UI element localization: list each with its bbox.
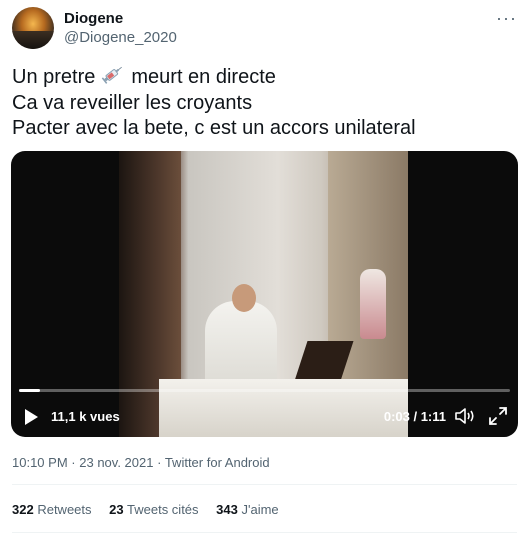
tweet-line-1-start: Un pretre: [12, 65, 96, 88]
tweet-line-2: Ca va reveiller les croyants: [12, 92, 253, 114]
tweet-source[interactable]: Twitter for Android: [165, 455, 270, 470]
likes-count: 343: [216, 502, 238, 517]
video-timestamp: 0:03 / 1:11: [383, 409, 446, 424]
video-scene-head: [232, 284, 256, 312]
syringe-icon: [101, 64, 125, 91]
avatar[interactable]: [12, 7, 54, 49]
engagement-stats: 322 Retweets 23 Tweets cités 343 J'aime: [12, 502, 293, 517]
tweet-metadata: 10:10 PM · 23 nov. 2021 · Twitter for An…: [12, 455, 270, 470]
divider: [12, 484, 517, 485]
retweets-label: Retweets: [37, 502, 92, 517]
tweet-line-3: Pacter avec la bete, c est un accors uni…: [12, 117, 416, 139]
tweet-date[interactable]: 23 nov. 2021: [79, 455, 153, 470]
likes-label: J'aime: [241, 502, 279, 517]
video-progress-bar[interactable]: [19, 389, 510, 392]
video-scene-statue: [360, 269, 386, 339]
quote-tweets-stat[interactable]: 23 Tweets cités: [109, 502, 198, 517]
more-options-icon[interactable]: ···: [496, 8, 517, 29]
fullscreen-icon[interactable]: [488, 406, 508, 426]
tweet-time[interactable]: 10:10 PM: [12, 455, 68, 470]
quotes-label: Tweets cités: [127, 502, 199, 517]
video-frame: [119, 151, 408, 437]
quotes-count: 23: [109, 502, 124, 517]
tweet-line-1: Un pretre meurt en directe: [12, 64, 416, 91]
volume-icon[interactable]: [454, 406, 476, 426]
play-icon[interactable]: [25, 409, 38, 425]
tweet-text: Un pretre meurt en directe Ca va reveille…: [12, 64, 416, 141]
video-player[interactable]: 11,1 k vues 0:03 / 1:11: [11, 151, 518, 437]
author-name[interactable]: Diogene: [64, 10, 123, 27]
video-progress-fill: [19, 389, 40, 392]
retweets-stat[interactable]: 322 Retweets: [12, 502, 92, 517]
view-count: 11,1 k vues: [51, 409, 120, 424]
meta-separator: ·: [71, 455, 76, 470]
author-handle[interactable]: @Diogene_2020: [64, 29, 177, 46]
tweet-line-1-end: meurt en directe: [131, 65, 276, 88]
retweets-count: 322: [12, 502, 34, 517]
likes-stat[interactable]: 343 J'aime: [216, 502, 279, 517]
video-scene-altar: [159, 379, 408, 437]
meta-separator: ·: [157, 455, 162, 470]
divider: [12, 532, 517, 533]
